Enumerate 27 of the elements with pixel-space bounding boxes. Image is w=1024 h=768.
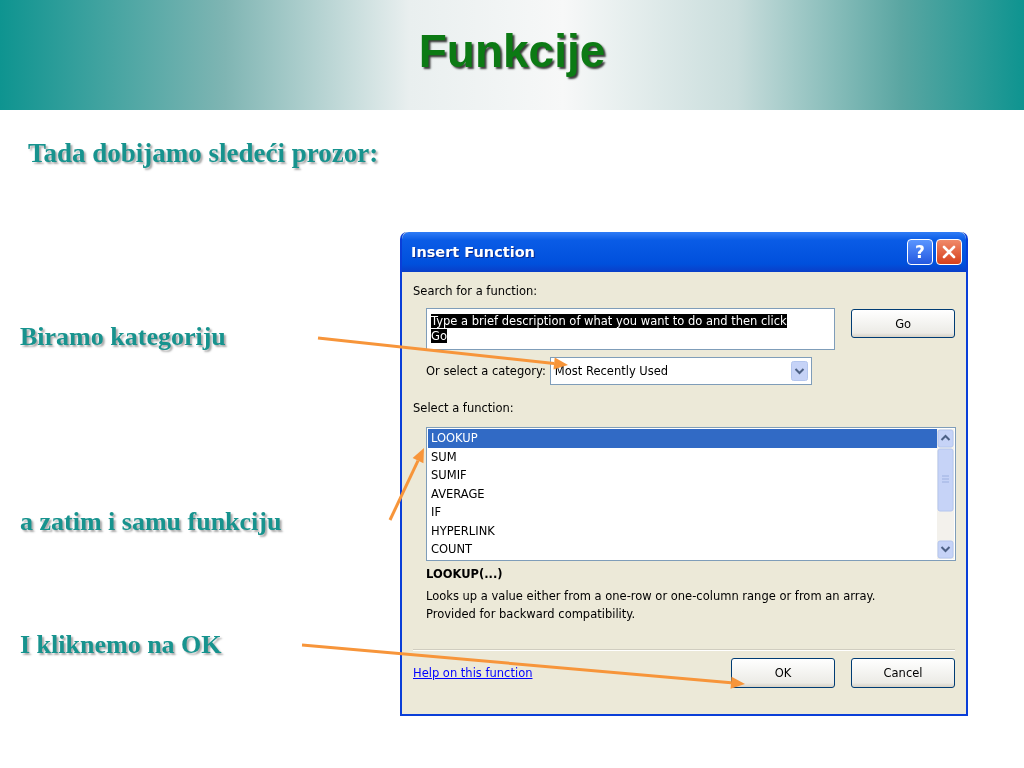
function-signature: LOOKUP(...) xyxy=(426,567,503,581)
function-item[interactable]: COUNT xyxy=(428,540,473,559)
ok-button[interactable]: OK xyxy=(731,658,835,688)
go-button[interactable]: Go xyxy=(851,309,955,338)
function-item[interactable]: AVERAGE xyxy=(428,484,485,503)
callout-text: I kliknemo na OK xyxy=(20,630,222,660)
function-item[interactable]: LOOKUP xyxy=(428,429,937,448)
search-field[interactable]: Type a brief description of what you want to do and then click Go xyxy=(426,308,836,350)
category-label: Or select a category: xyxy=(426,364,546,378)
slide-title: Funkcije xyxy=(418,24,606,79)
window-title: Insert Function xyxy=(411,244,535,260)
function-item[interactable]: IF xyxy=(428,503,441,522)
search-label: Search for a function: xyxy=(413,284,538,298)
function-description: Looks up a value either from a one-row or one-column range or from an array. Provided for backward compatibility. xyxy=(426,588,877,623)
category-dropdown[interactable]: Most Recently Used xyxy=(549,357,812,385)
help-link[interactable]: Help on this function xyxy=(413,666,533,680)
function-item[interactable]: SUMIF xyxy=(428,466,467,485)
function-item[interactable]: SUM xyxy=(428,447,457,466)
close-icon xyxy=(942,245,956,259)
cancel-button[interactable]: Cancel xyxy=(851,658,955,688)
slide-subtitle: Tada dobijamo sledeći prozor: xyxy=(28,138,379,169)
callout-text: a zatim i samu funkciju xyxy=(20,507,282,537)
function-item[interactable]: HYPERLINK xyxy=(428,521,495,540)
help-button[interactable]: ? xyxy=(907,239,933,265)
function-label: Select a function: xyxy=(413,401,514,415)
callout-text: Biramo kategoriju xyxy=(20,322,226,352)
close-button[interactable] xyxy=(936,239,962,265)
